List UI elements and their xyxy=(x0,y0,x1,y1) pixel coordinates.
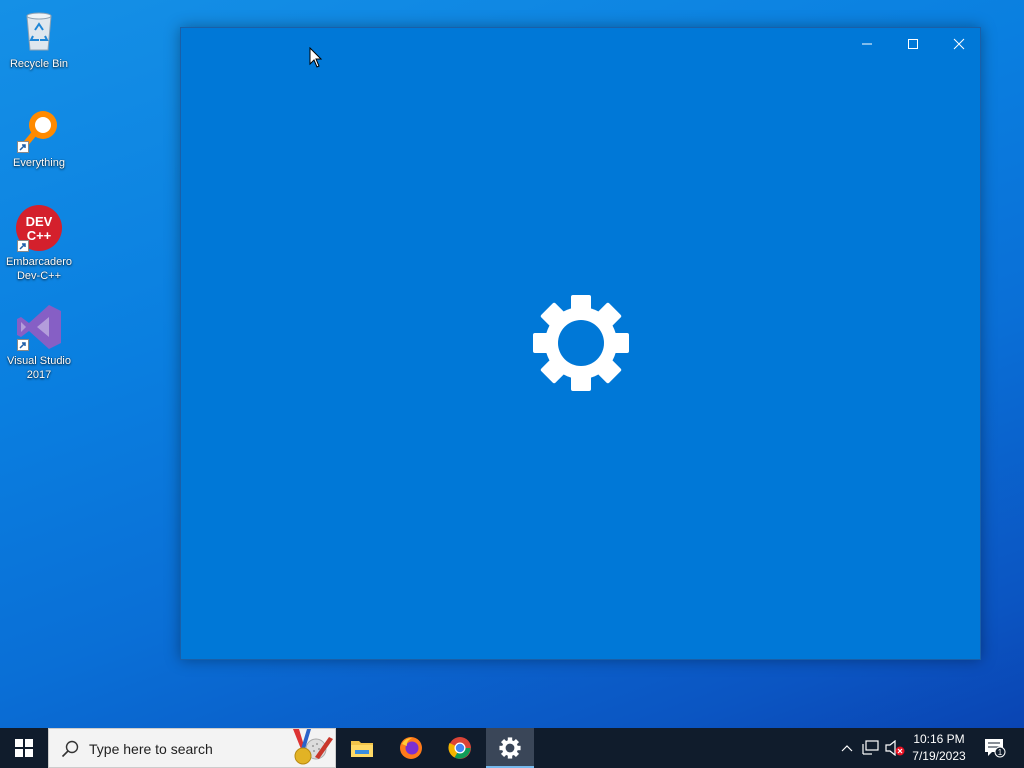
taskbar-file-explorer[interactable] xyxy=(338,728,386,768)
search-highlight-medal-icon xyxy=(293,729,333,765)
desktop-icon-label: Everything xyxy=(13,157,65,169)
taskbar-search-box[interactable]: Type here to search xyxy=(48,728,336,768)
visual-studio-icon xyxy=(15,303,63,351)
desktop-icon-label: Embarcadero Dev-C++ xyxy=(5,256,73,282)
desktop-icon-everything[interactable]: Everything xyxy=(0,105,78,170)
search-icon xyxy=(61,740,79,758)
desktop-icon-label: Visual Studio 2017 xyxy=(6,355,71,381)
desktop-icon-devcpp[interactable]: DEV C++ Embarcadero Dev-C++ xyxy=(0,204,78,283)
clock-date: 7/19/2023 xyxy=(912,749,966,763)
settings-window xyxy=(180,27,981,660)
taskbar-settings[interactable] xyxy=(486,728,534,768)
network-button[interactable] xyxy=(860,728,882,768)
svg-text:C++: C++ xyxy=(27,228,52,243)
clock-time: 10:16 PM xyxy=(913,732,965,746)
minimize-icon xyxy=(862,43,872,45)
desktop-icon-visual-studio[interactable]: Visual Studio 2017 xyxy=(0,303,78,382)
maximize-icon xyxy=(908,39,918,49)
maximize-button[interactable] xyxy=(890,28,936,60)
taskbar-chrome[interactable] xyxy=(436,728,484,768)
notification-count: 1 xyxy=(998,748,1003,757)
taskbar-clock[interactable]: 10:16 PM 7/19/2023 xyxy=(906,731,972,765)
mouse-cursor-icon xyxy=(309,46,323,74)
windows-logo-icon xyxy=(15,739,33,757)
chevron-up-icon xyxy=(841,745,853,752)
devcpp-icon: DEV C++ xyxy=(15,204,63,252)
everything-search-icon xyxy=(15,105,63,153)
start-button[interactable] xyxy=(0,728,48,768)
search-placeholder: Type here to search xyxy=(89,741,213,757)
firefox-icon xyxy=(400,737,422,759)
desktop-icon-label: Recycle Bin xyxy=(9,58,69,70)
chrome-icon xyxy=(448,737,471,759)
settings-gear-icon xyxy=(499,737,521,759)
close-button[interactable] xyxy=(936,28,982,60)
notification-icon: 1 xyxy=(985,739,1006,758)
volume-button[interactable] xyxy=(884,728,906,768)
recycle-bin-icon xyxy=(15,6,63,54)
network-icon xyxy=(862,740,879,755)
taskbar: Type here to search 10:16 PM 7/19/2023 1 xyxy=(0,728,1024,768)
taskbar-firefox[interactable] xyxy=(387,728,435,768)
close-icon xyxy=(953,38,965,50)
desktop-icon-recycle-bin[interactable]: Recycle Bin xyxy=(0,6,78,71)
shortcut-arrow-icon xyxy=(17,339,29,351)
shortcut-arrow-icon xyxy=(17,240,29,252)
minimize-button[interactable] xyxy=(844,28,890,60)
show-hidden-icons-button[interactable] xyxy=(838,728,856,768)
settings-gear-icon xyxy=(531,293,631,398)
action-center-button[interactable]: 1 xyxy=(980,728,1010,768)
shortcut-arrow-icon xyxy=(17,141,29,153)
file-explorer-icon xyxy=(351,741,373,757)
volume-muted-icon xyxy=(885,740,905,756)
svg-text:DEV: DEV xyxy=(26,214,53,229)
